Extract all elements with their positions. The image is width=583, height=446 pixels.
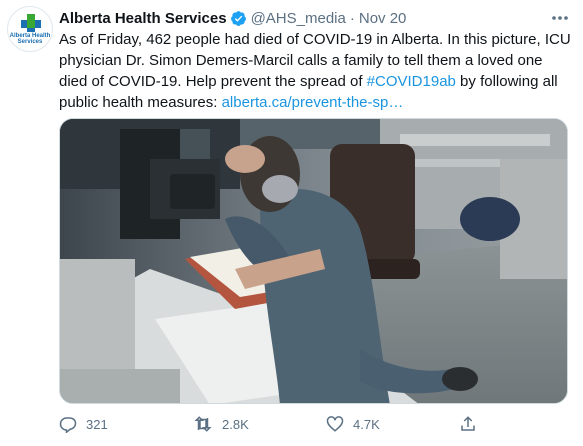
tweet-header: Alberta Health Services @AHS_media · Nov…	[59, 8, 406, 28]
retweet-count: 2.8K	[222, 416, 249, 432]
share-button[interactable]	[459, 412, 486, 436]
header-separator: ·	[349, 9, 355, 27]
like-button[interactable]: 4.7K	[326, 412, 380, 436]
tweet[interactable]: Alberta Health Services Alberta Health S…	[0, 0, 583, 446]
user-handle[interactable]: @AHS_media	[251, 10, 346, 27]
tweet-text: As of Friday, 462 people had died of COV…	[59, 29, 574, 113]
reply-count: 321	[86, 416, 108, 432]
like-count: 4.7K	[353, 416, 380, 432]
retweet-button[interactable]: 2.8K	[193, 412, 249, 436]
display-name[interactable]: Alberta Health Services	[59, 10, 227, 27]
url-link[interactable]: alberta.ca/prevent-the-sp…	[222, 94, 404, 111]
avatar-logo-text: Alberta Health Services	[9, 33, 51, 45]
retweet-icon	[194, 416, 212, 432]
heart-icon	[326, 416, 344, 432]
alberta-health-services-logo-icon	[21, 14, 41, 32]
more-horizontal-icon[interactable]	[549, 9, 571, 27]
reply-icon	[59, 417, 77, 433]
tweet-actions: 321 2.8K 4.7K	[59, 412, 489, 436]
share-icon	[461, 416, 475, 431]
reply-button[interactable]: 321	[59, 412, 108, 436]
tweet-date[interactable]: Nov 20	[359, 10, 407, 27]
hashtag-link[interactable]: #COVID19ab	[367, 73, 456, 90]
verified-badge-icon	[230, 10, 247, 27]
tweet-photo[interactable]	[59, 118, 568, 404]
icu-photo-image	[60, 119, 567, 403]
avatar[interactable]: Alberta Health Services	[7, 6, 53, 52]
